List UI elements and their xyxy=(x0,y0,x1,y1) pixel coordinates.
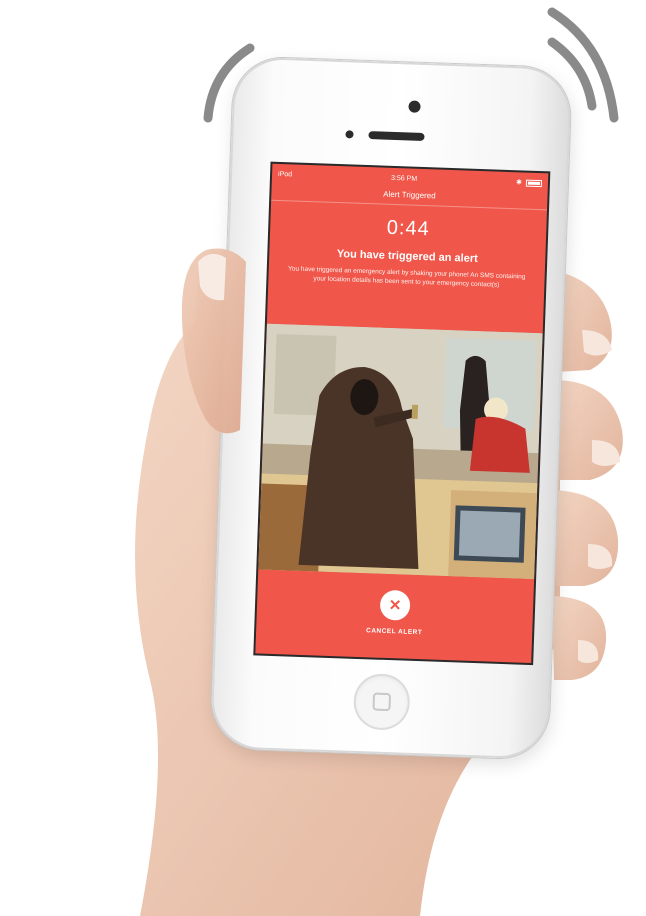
cancel-alert-label[interactable]: CANCEL ALERT xyxy=(366,627,422,636)
proximity-sensor xyxy=(345,130,354,139)
bluetooth-icon: ✱ xyxy=(515,179,523,187)
phone-device: iPod 3:56 PM ✱ Alert Triggered 0:44 You … xyxy=(210,56,572,760)
earpiece-speaker xyxy=(368,131,425,142)
home-button[interactable] xyxy=(352,672,411,731)
countdown-timer: 0:44 xyxy=(386,216,431,241)
status-icons: ✱ xyxy=(515,178,543,187)
camera-photo xyxy=(258,323,543,580)
status-time: 3:56 PM xyxy=(390,174,418,183)
cancel-area: ✕ CANCEL ALERT xyxy=(255,569,534,663)
close-icon: ✕ xyxy=(388,596,402,614)
app-screen: iPod 3:56 PM ✱ Alert Triggered 0:44 You … xyxy=(255,163,549,664)
home-square-icon xyxy=(372,692,392,712)
front-camera-icon xyxy=(408,100,421,113)
alert-message: You have triggered an emergency alert by… xyxy=(287,265,526,289)
carrier-label: iPod xyxy=(277,170,293,178)
cancel-alert-button[interactable]: ✕ xyxy=(379,589,411,621)
battery-icon xyxy=(525,179,543,187)
alert-headline: You have triggered an alert xyxy=(336,248,478,265)
